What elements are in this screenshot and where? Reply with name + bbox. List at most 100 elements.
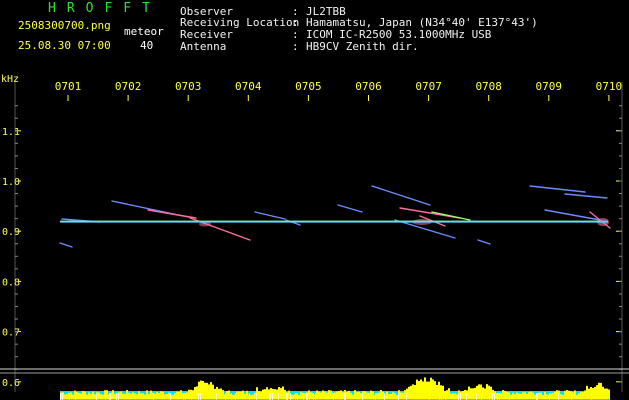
- level-bar: [220, 388, 222, 399]
- level-bar: [400, 392, 402, 399]
- level-bar: [598, 382, 600, 399]
- echo-trace: [254, 211, 286, 220]
- freq-tick-label: 1.1: [2, 127, 20, 138]
- level-bar: [354, 390, 356, 399]
- level-spike: [489, 393, 490, 400]
- level-spike: [295, 393, 296, 400]
- level-bar: [130, 393, 132, 399]
- level-bar: [522, 392, 524, 399]
- spectrogram: kHz 0701 0702 0703 0704 0705 0706 0707 0708 0709 0…: [0, 74, 629, 400]
- level-bar: [516, 392, 518, 399]
- level-bar: [470, 388, 472, 399]
- level-bar: [134, 393, 136, 399]
- level-bar: [166, 393, 168, 399]
- level-bar: [240, 391, 242, 399]
- level-bar: [394, 393, 396, 399]
- level-bar: [144, 394, 146, 399]
- level-bar: [378, 392, 380, 399]
- level-bar: [502, 390, 504, 399]
- level-bar: [512, 392, 514, 399]
- level-bar: [592, 388, 594, 399]
- level-spike: [297, 393, 298, 400]
- level-bar: [188, 389, 190, 399]
- level-bar: [578, 393, 580, 399]
- level-bar: [142, 393, 144, 399]
- freq-tick-label: 0.7: [2, 328, 20, 339]
- level-bar: [588, 388, 590, 399]
- level-bar: [568, 390, 570, 399]
- level-bar: [538, 392, 540, 399]
- level-bar: [88, 392, 90, 399]
- level-bar: [372, 391, 374, 399]
- level-bar: [474, 387, 476, 399]
- level-spike: [439, 393, 440, 400]
- level-bar: [410, 385, 412, 399]
- level-bar: [360, 393, 362, 399]
- carrier-line: [60, 220, 608, 223]
- level-bar: [396, 394, 398, 399]
- level-bar: [136, 394, 138, 399]
- echo-trace: [431, 211, 471, 221]
- level-bar: [472, 388, 474, 399]
- level-spike: [441, 393, 442, 400]
- level-bar: [178, 391, 180, 399]
- level-bar: [572, 392, 574, 399]
- level-spike: [309, 393, 310, 400]
- level-bar: [408, 386, 410, 399]
- level-bar: [426, 381, 428, 399]
- level-bar: [450, 393, 452, 399]
- level-bar: [106, 390, 108, 399]
- level-spike: [429, 393, 430, 400]
- level-spike: [269, 393, 270, 400]
- level-spike: [62, 393, 63, 400]
- level-bar: [280, 388, 282, 399]
- level-bar: [84, 391, 86, 399]
- level-spike: [290, 393, 291, 400]
- level-bar: [242, 390, 244, 399]
- level-spike: [200, 393, 201, 400]
- freq-tick-label: 0.6: [2, 378, 20, 389]
- level-bar: [310, 392, 312, 399]
- level-spike: [278, 393, 279, 400]
- level-spike: [362, 393, 363, 400]
- level-bar: [168, 392, 170, 399]
- level-bar: [158, 392, 160, 399]
- level-bar: [172, 394, 174, 399]
- level-spike: [225, 393, 226, 400]
- level-bar: [328, 390, 330, 399]
- level-bar: [368, 392, 370, 399]
- level-bar: [596, 385, 598, 399]
- level-spike: [499, 393, 500, 400]
- level-bar: [366, 392, 368, 399]
- level-bar: [504, 390, 506, 399]
- level-bar: [556, 390, 558, 399]
- level-bar: [160, 391, 162, 399]
- level-spike: [231, 393, 232, 400]
- level-bar: [404, 390, 406, 399]
- level-spike: [198, 393, 199, 400]
- level-bar: [102, 394, 104, 399]
- level-bar: [282, 386, 284, 399]
- level-bar: [326, 392, 328, 399]
- level-bar: [80, 393, 82, 399]
- level-spike: [110, 393, 111, 400]
- level-bar: [232, 394, 234, 399]
- level-bar: [418, 380, 420, 399]
- level-bar: [340, 390, 342, 399]
- level-bar: [582, 391, 584, 399]
- level-spike: [445, 393, 446, 400]
- level-bar: [330, 390, 332, 399]
- level-bar: [520, 393, 522, 399]
- level-bar: [82, 391, 84, 399]
- level-spike: [344, 393, 345, 400]
- level-bar: [552, 392, 554, 399]
- level-bar: [574, 390, 576, 399]
- level-bar: [86, 394, 88, 399]
- level-bar: [154, 393, 156, 399]
- level-bar: [442, 385, 444, 399]
- level-bar: [402, 392, 404, 399]
- spectrogram-axes: kHz 0701 0702 0703 0704 0705 0706 0707 0708 0709 0…: [1, 74, 623, 392]
- level-bar: [202, 381, 204, 399]
- time-tick-label: 0708: [475, 80, 502, 93]
- level-bar: [336, 391, 338, 399]
